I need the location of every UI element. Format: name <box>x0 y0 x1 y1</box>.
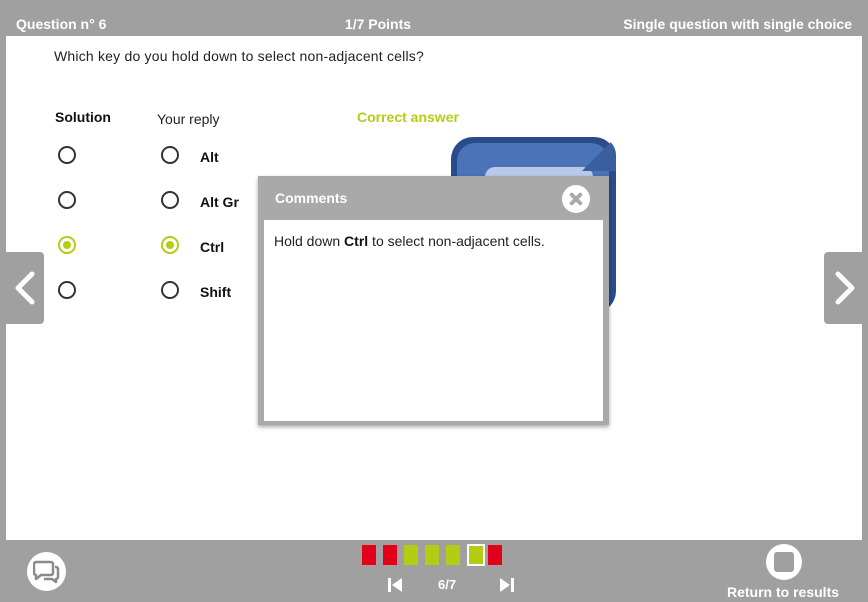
comments-icon <box>33 560 60 584</box>
reply-radio[interactable] <box>161 191 179 209</box>
reply-radio[interactable] <box>161 236 179 254</box>
reply-radio[interactable] <box>161 281 179 299</box>
previous-question-button[interactable] <box>4 252 44 324</box>
comments-dialog: Comments Hold down Ctrl to select non-ad… <box>258 176 609 425</box>
reply-radio[interactable] <box>161 146 179 164</box>
footer-bar: 6/7 Return to results <box>0 540 868 602</box>
chevron-right-icon <box>835 271 855 305</box>
comments-title: Comments <box>275 190 348 206</box>
progress-square[interactable] <box>446 545 460 565</box>
progress-square[interactable] <box>425 545 439 565</box>
reply-column-header: Your reply <box>157 111 220 127</box>
return-to-results-label: Return to results <box>727 584 840 600</box>
pager: 6/7 <box>386 576 516 596</box>
question-text: Which key do you hold down to select non… <box>54 48 424 64</box>
option-label: Shift <box>200 284 232 300</box>
comments-text-before: Hold down <box>274 233 345 249</box>
chevron-left-icon <box>15 271 35 305</box>
page-counter: 6/7 <box>438 577 457 592</box>
skip-first-icon[interactable] <box>386 576 404 594</box>
header-bar: Question n° 6 1/7 Points Single question… <box>0 0 868 36</box>
solution-radio <box>58 236 76 254</box>
comments-text-bold: Ctrl <box>344 233 369 249</box>
solution-radio <box>58 191 76 209</box>
progress-square[interactable] <box>488 545 502 565</box>
comments-text-after: to select non-adjacent cells. <box>368 233 545 249</box>
progress-square[interactable] <box>383 545 397 565</box>
return-to-results-button[interactable]: Return to results <box>727 544 845 600</box>
option-label: Alt Gr <box>200 194 239 210</box>
solution-column-header: Solution <box>55 109 111 125</box>
solution-radio <box>58 281 76 299</box>
stop-icon <box>766 544 802 580</box>
progress-square[interactable] <box>362 545 376 565</box>
question-type: Single question with single choice <box>623 16 852 32</box>
skip-last-icon[interactable] <box>498 576 516 594</box>
correct-answer-label: Correct answer <box>357 109 459 125</box>
option-label: Alt <box>200 149 219 165</box>
comments-button[interactable] <box>27 552 66 591</box>
comments-text: Hold down Ctrl to select non-adjacent ce… <box>274 233 545 249</box>
comments-body: Hold down Ctrl to select non-adjacent ce… <box>264 220 603 421</box>
quiz-window: Question n° 6 1/7 Points Single question… <box>0 0 868 602</box>
solution-radio <box>58 146 76 164</box>
close-icon[interactable] <box>562 185 590 213</box>
progress-square[interactable] <box>467 544 485 566</box>
option-label: Ctrl <box>200 239 225 255</box>
next-question-button[interactable] <box>824 252 864 324</box>
progress-square[interactable] <box>404 545 418 565</box>
